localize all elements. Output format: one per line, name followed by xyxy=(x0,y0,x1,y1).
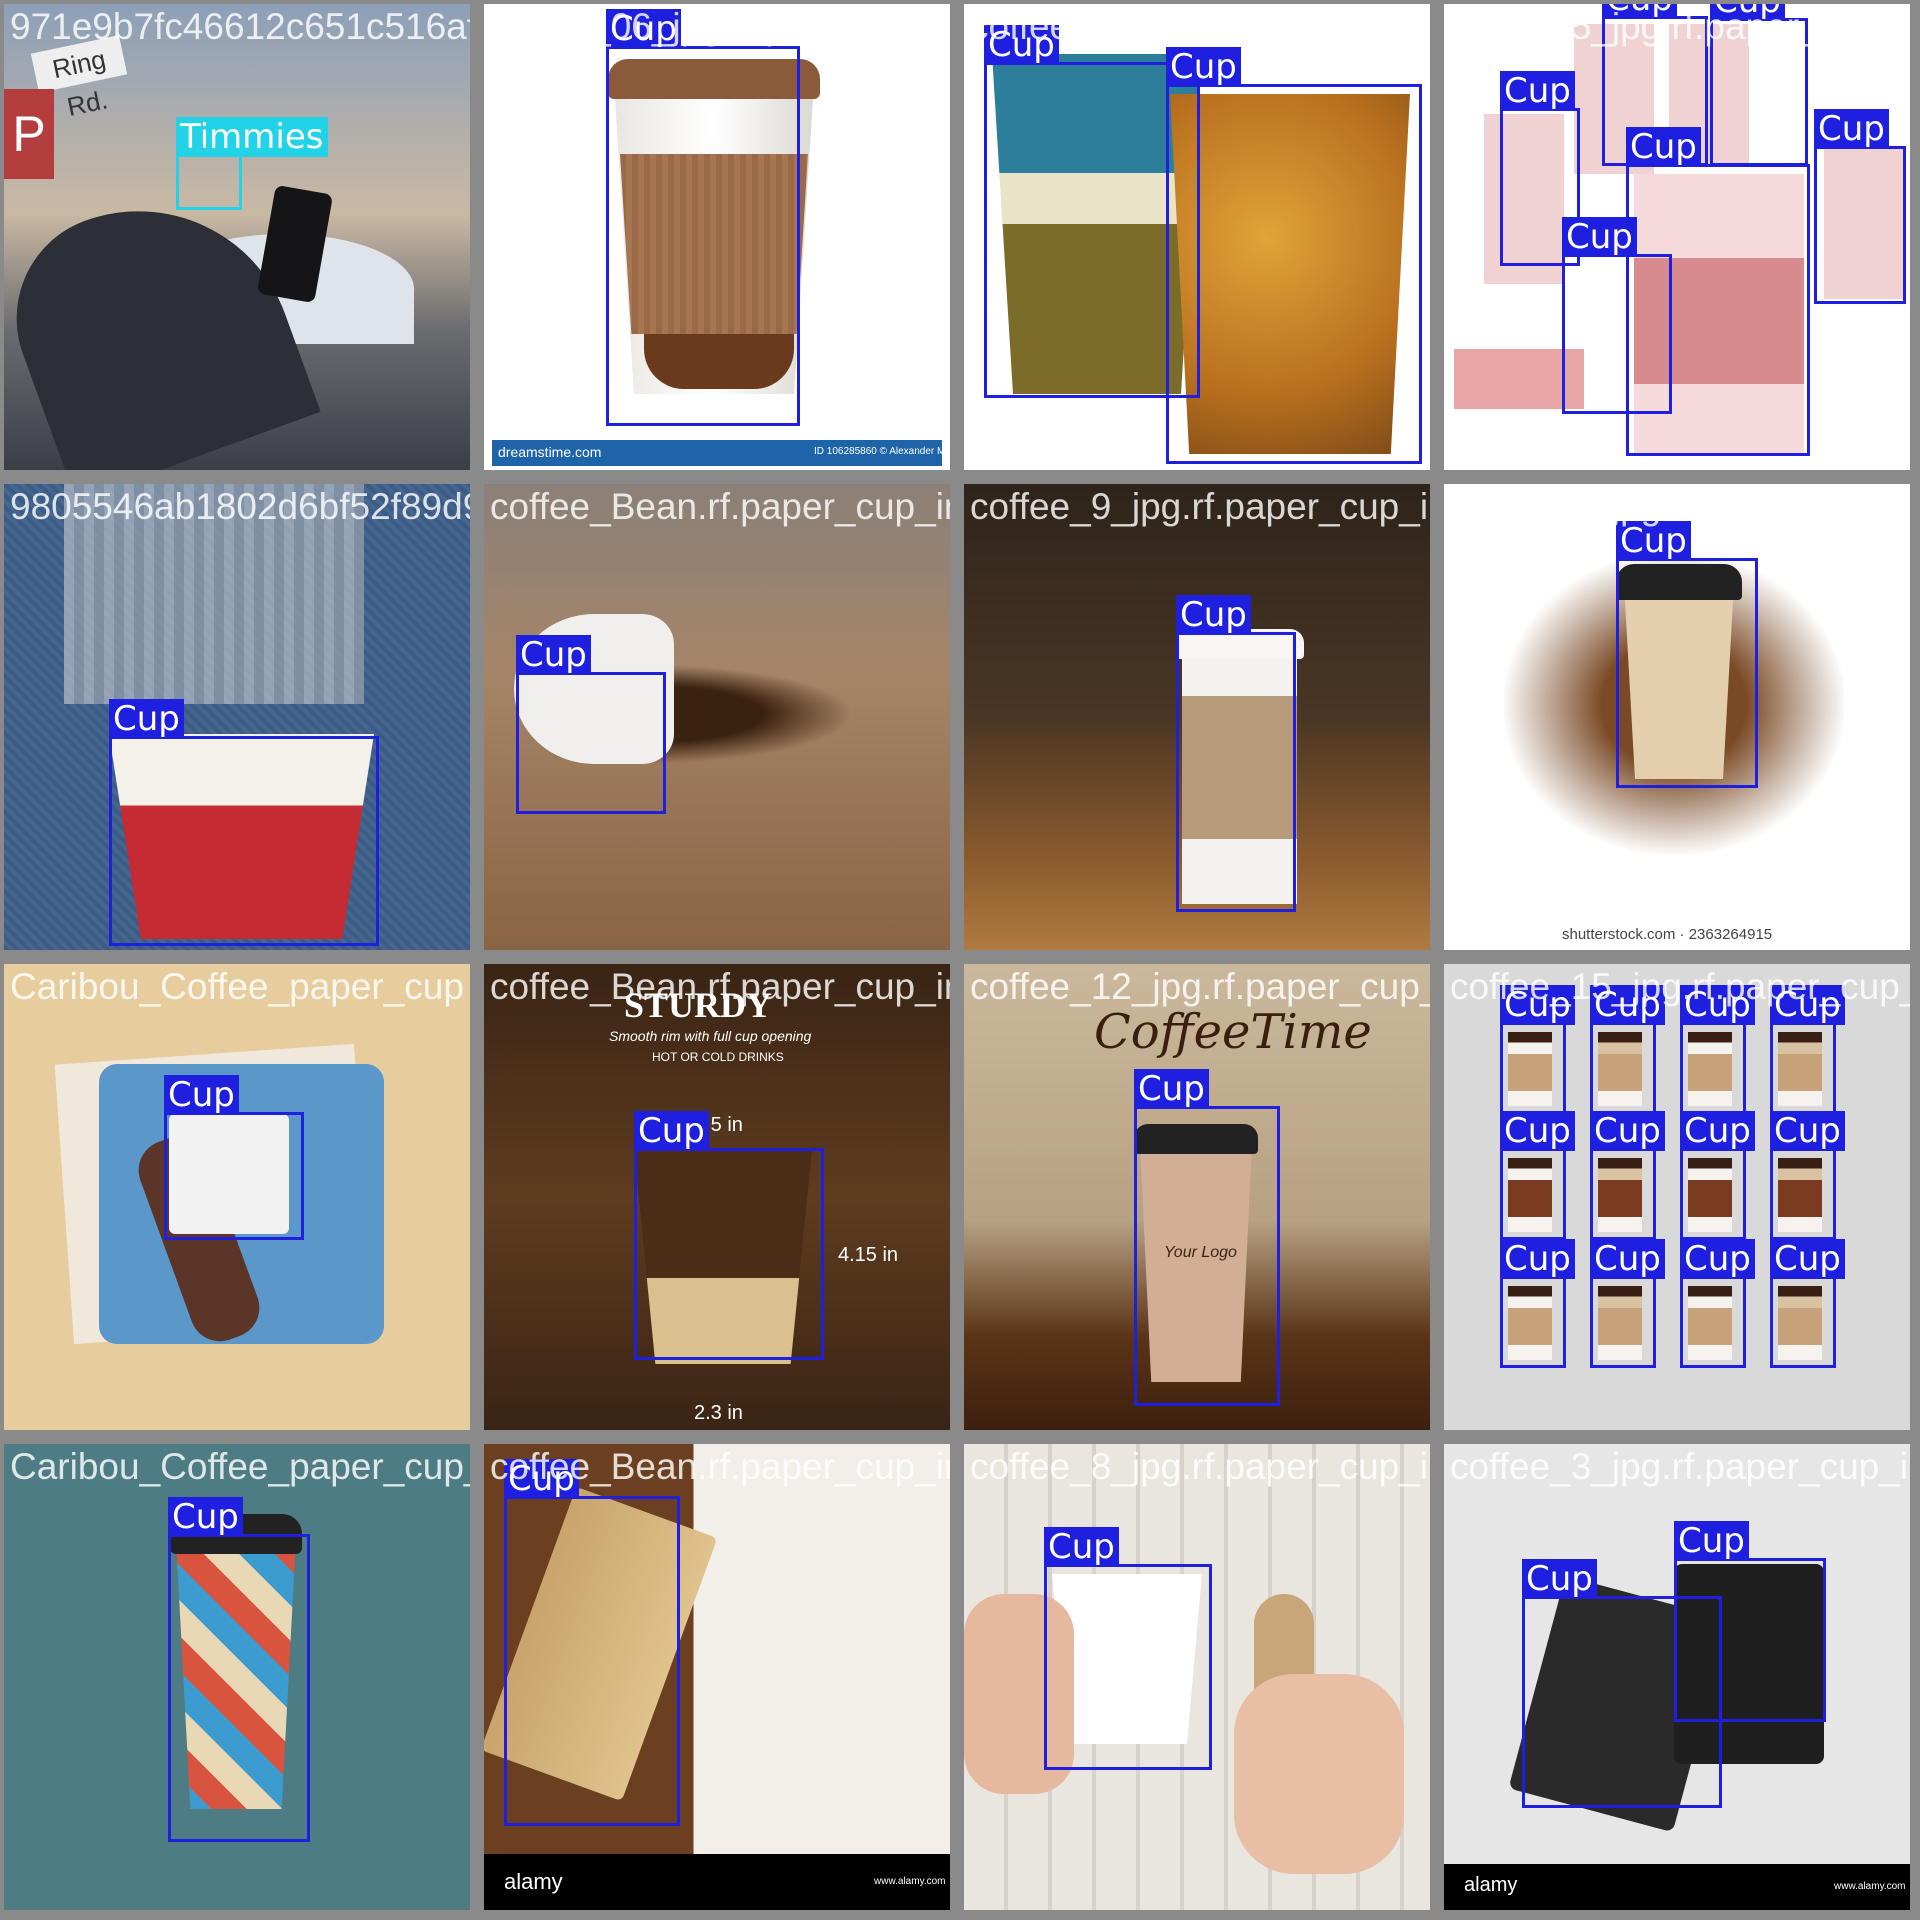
bbox-label: Cup xyxy=(109,699,184,739)
bbox-cup: Cup xyxy=(1590,1111,1665,1240)
tile-15: Cup coffee_8_jpg.rf.paper_cup_im xyxy=(964,1444,1430,1910)
bbox-cup: Cup xyxy=(109,699,379,946)
parking-sign: P xyxy=(4,89,54,179)
bbox-cup: Cup xyxy=(1562,217,1672,414)
bbox-label: Timmies xyxy=(176,117,328,157)
bbox-label: Cup xyxy=(1500,71,1575,111)
tile-12: Cup Cup Cup Cup Cup Cup Cup Cup Cup Cup Cup Cup cof… xyxy=(1444,964,1910,1430)
bbox-cup: Cup xyxy=(1674,1521,1826,1722)
bbox-cup: Cup xyxy=(1044,1527,1212,1770)
tile-4: Cup Cup Cup Cup Cup Cup coffee_5_jpg.rf.… xyxy=(1444,4,1910,470)
bbox-cup: Cup xyxy=(1770,1111,1845,1240)
bbox-label: Cup xyxy=(168,1497,243,1537)
bbox-cup: Cup xyxy=(1500,985,1575,1114)
coffee-time-text: CoffeeTime xyxy=(1094,1004,1372,1060)
bbox-label: Cup xyxy=(1770,1111,1845,1151)
bbox-cup: Cup xyxy=(1710,4,1808,166)
bbox-label: Cup xyxy=(1602,4,1677,19)
dreamstime-watermark: dreamstime.com xyxy=(498,444,602,460)
alamy-url: www.alamy.com xyxy=(874,1876,946,1887)
bbox-label: Cup xyxy=(606,9,681,49)
tile-14: alamy www.alamy.com Cup coffee_Bean.rf.p… xyxy=(484,1444,950,1910)
bbox-cup: Cup xyxy=(1770,985,1845,1114)
bbox-label: Cup xyxy=(1590,985,1665,1025)
bbox-cup: Cup xyxy=(634,1111,824,1360)
detection-grid: Ring Rd. P Timmies 971e9b7fc46612c651c51… xyxy=(0,0,1920,1920)
bbox-timmies: Timmies xyxy=(176,117,328,210)
bbox-label: Cup xyxy=(1590,1111,1665,1151)
bbox-cup: Cup xyxy=(1680,985,1755,1114)
tile-13: Cup Caribou_Coffee_paper_cup_C xyxy=(4,1444,470,1910)
subline-text: Smooth rim with full cup opening xyxy=(609,1028,812,1044)
bbox-label: Cup xyxy=(1500,1111,1575,1151)
bbox-label: Cup xyxy=(1616,521,1691,561)
bbox-label: Cup xyxy=(984,25,1059,65)
bbox-label: Cup xyxy=(1590,1239,1665,1279)
bbox-label: Cup xyxy=(1134,1069,1209,1109)
bbox-cup: Cup xyxy=(168,1497,310,1842)
alamy-watermark: alamy xyxy=(504,1869,563,1894)
bbox-cup: Cup xyxy=(1680,1239,1755,1368)
bbox-label: Cup xyxy=(1680,1111,1755,1151)
bbox-cup: Cup xyxy=(1500,1239,1575,1368)
image-id-text: ID 106285860 © Alexander Moisiychuk xyxy=(814,446,950,457)
bbox-cup: Cup xyxy=(1616,521,1758,788)
bbox-label: Cup xyxy=(164,1075,239,1115)
tile-5: Cup 9805546ab1802d6bf52f89d9c3f24_Bean.r… xyxy=(4,484,470,950)
bbox-label: Cup xyxy=(1680,985,1755,1025)
tile-3: Cup Cup coffee_10_jpg.rf.paper_cup_im xyxy=(964,4,1430,470)
bbox-cup: Cup xyxy=(516,635,666,814)
tile-2: dreamstime.com ID 106285860 © Alexander … xyxy=(484,4,950,470)
bbox-cup: Cup xyxy=(504,1459,680,1826)
bbox-label: Cup xyxy=(1562,217,1637,257)
bbox-cup: Cup xyxy=(1176,595,1296,912)
bbox-label: Cup xyxy=(1674,1521,1749,1561)
bbox-cup: Cup xyxy=(1166,47,1422,464)
bbox-label: Cup xyxy=(1166,47,1241,87)
tile-10: STURDY Smooth rim with full cup opening … xyxy=(484,964,950,1430)
bbox-cup: Cup xyxy=(164,1075,304,1240)
dim-bottom: 2.3 in xyxy=(694,1402,743,1424)
bbox-label: Cup xyxy=(1500,985,1575,1025)
bbox-label: Cup xyxy=(1626,127,1701,167)
bbox-label: Cup xyxy=(516,635,591,675)
bbox-cup: Cup xyxy=(606,9,800,426)
alamy-watermark: alamy xyxy=(1464,1874,1518,1896)
bbox-cup: Cup xyxy=(1770,1239,1845,1368)
bbox-label: Cup xyxy=(1770,985,1845,1025)
bbox-label: Cup xyxy=(1522,1559,1597,1599)
bbox-label: Cup xyxy=(1500,1239,1575,1279)
hand-right xyxy=(1234,1674,1404,1874)
bbox-cup: Cup xyxy=(1134,1069,1280,1406)
shutterstock-watermark: shutterstock.com · 2363264915 xyxy=(1562,926,1773,943)
tile-6: Cup coffee_Bean.rf.paper_cup_im xyxy=(484,484,950,950)
tile-9: Cup Caribou_Coffee_paper_cup xyxy=(4,964,470,1430)
grey-pattern xyxy=(64,484,364,704)
alamy-url: www.alamy.com xyxy=(1834,1881,1906,1892)
tile-7: Cup coffee_9_jpg.rf.paper_cup_im xyxy=(964,484,1430,950)
tile-16: alamy www.alamy.com Cup Cup coffee_3_jpg… xyxy=(1444,1444,1910,1910)
bbox-label: Cup xyxy=(1770,1239,1845,1279)
bbox-cup: Cup xyxy=(1590,1239,1665,1368)
tile-11: CoffeeTime Your Logo Cup coffee_12_jpg.r… xyxy=(964,964,1430,1430)
bbox-label: Cup xyxy=(1044,1527,1119,1567)
headline-text: STURDY xyxy=(624,985,773,1025)
bbox-label: Cup xyxy=(1680,1239,1755,1279)
tile-1: Ring Rd. P Timmies 971e9b7fc46612c651c51… xyxy=(4,4,470,470)
bbox-label: Cup xyxy=(504,1459,579,1499)
bbox-cup: Cup xyxy=(1680,1111,1755,1240)
tile-8: shutterstock.com · 2363264915 Cup coffee… xyxy=(1444,484,1910,950)
subline-text: HOT OR COLD DRINKS xyxy=(652,1050,784,1064)
bbox-cup: Cup xyxy=(1500,1111,1575,1240)
bbox-label: Cup xyxy=(1176,595,1251,635)
bbox-label: Cup xyxy=(634,1111,709,1151)
bbox-cup: Cup xyxy=(1814,109,1906,304)
bbox-cup: Cup xyxy=(1590,985,1665,1114)
bbox-label: Cup xyxy=(1814,109,1889,149)
bbox-label: Cup xyxy=(1710,4,1785,21)
dim-side: 4.15 in xyxy=(838,1244,899,1266)
